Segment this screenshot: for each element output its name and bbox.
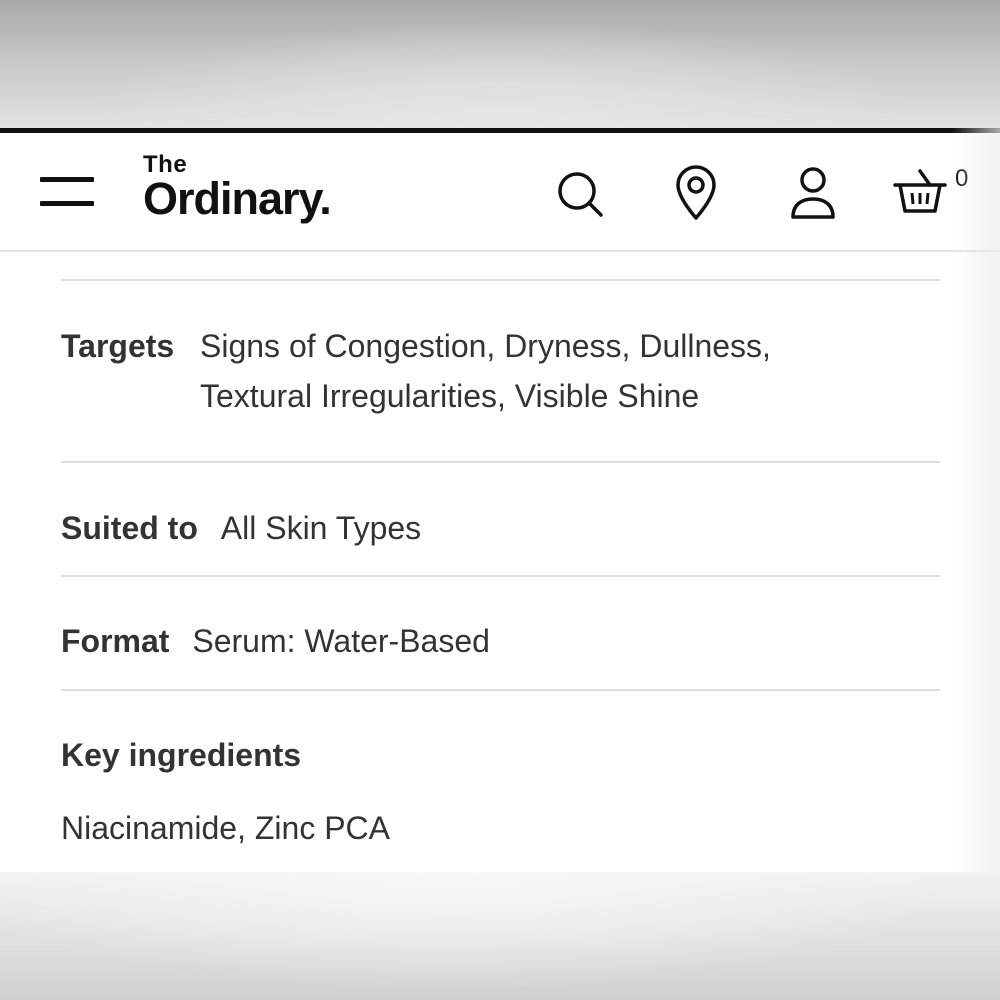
photo-backdrop-top <box>0 0 1000 128</box>
format-label: Format <box>61 623 170 659</box>
user-icon <box>791 167 835 219</box>
photo-backdrop-bottom <box>0 872 1000 1000</box>
account-button[interactable] <box>789 165 837 221</box>
suited-to-row: Suited to All Skin Types <box>61 503 421 553</box>
brand-logo[interactable]: The Ordinary. <box>143 151 363 231</box>
menu-icon <box>40 177 94 182</box>
format-value: Serum: Water-Based <box>192 623 490 659</box>
location-pin-icon <box>676 165 716 220</box>
store-locator-button[interactable] <box>674 165 718 221</box>
key-ingredients-value: Niacinamide, Zinc PCA <box>61 810 390 846</box>
targets-value-line1: Signs of Congestion, Dryness, Dullness, <box>200 328 771 364</box>
search-icon <box>558 172 603 217</box>
menu-icon-bar <box>40 201 94 206</box>
divider <box>61 575 940 577</box>
cart-button[interactable] <box>892 163 948 219</box>
format-row: Format Serum: Water-Based <box>61 616 490 666</box>
phone-screen: The Ordinary. 0 Targets Signs of Congest… <box>0 128 1000 872</box>
logo-ordinary: Ordinary. <box>143 173 332 224</box>
key-ingredients-heading: Key ingredients <box>61 737 302 773</box>
divider <box>61 689 940 691</box>
targets-row: Targets <box>61 321 174 371</box>
basket-icon <box>893 169 947 213</box>
targets-label: Targets <box>61 328 175 364</box>
divider <box>61 279 940 281</box>
targets-value-line2: Textural Irregularities, Visible Shine <box>200 378 700 414</box>
search-button[interactable] <box>555 169 605 219</box>
cart-count-badge: 0 <box>955 165 969 192</box>
suited-to-value: All Skin Types <box>220 510 422 546</box>
site-header: The Ordinary. 0 <box>0 133 1000 252</box>
divider <box>61 461 940 463</box>
key-ingredients-label: Key ingredients <box>61 730 301 780</box>
suited-to-label: Suited to <box>61 510 198 546</box>
menu-button[interactable] <box>40 177 94 209</box>
